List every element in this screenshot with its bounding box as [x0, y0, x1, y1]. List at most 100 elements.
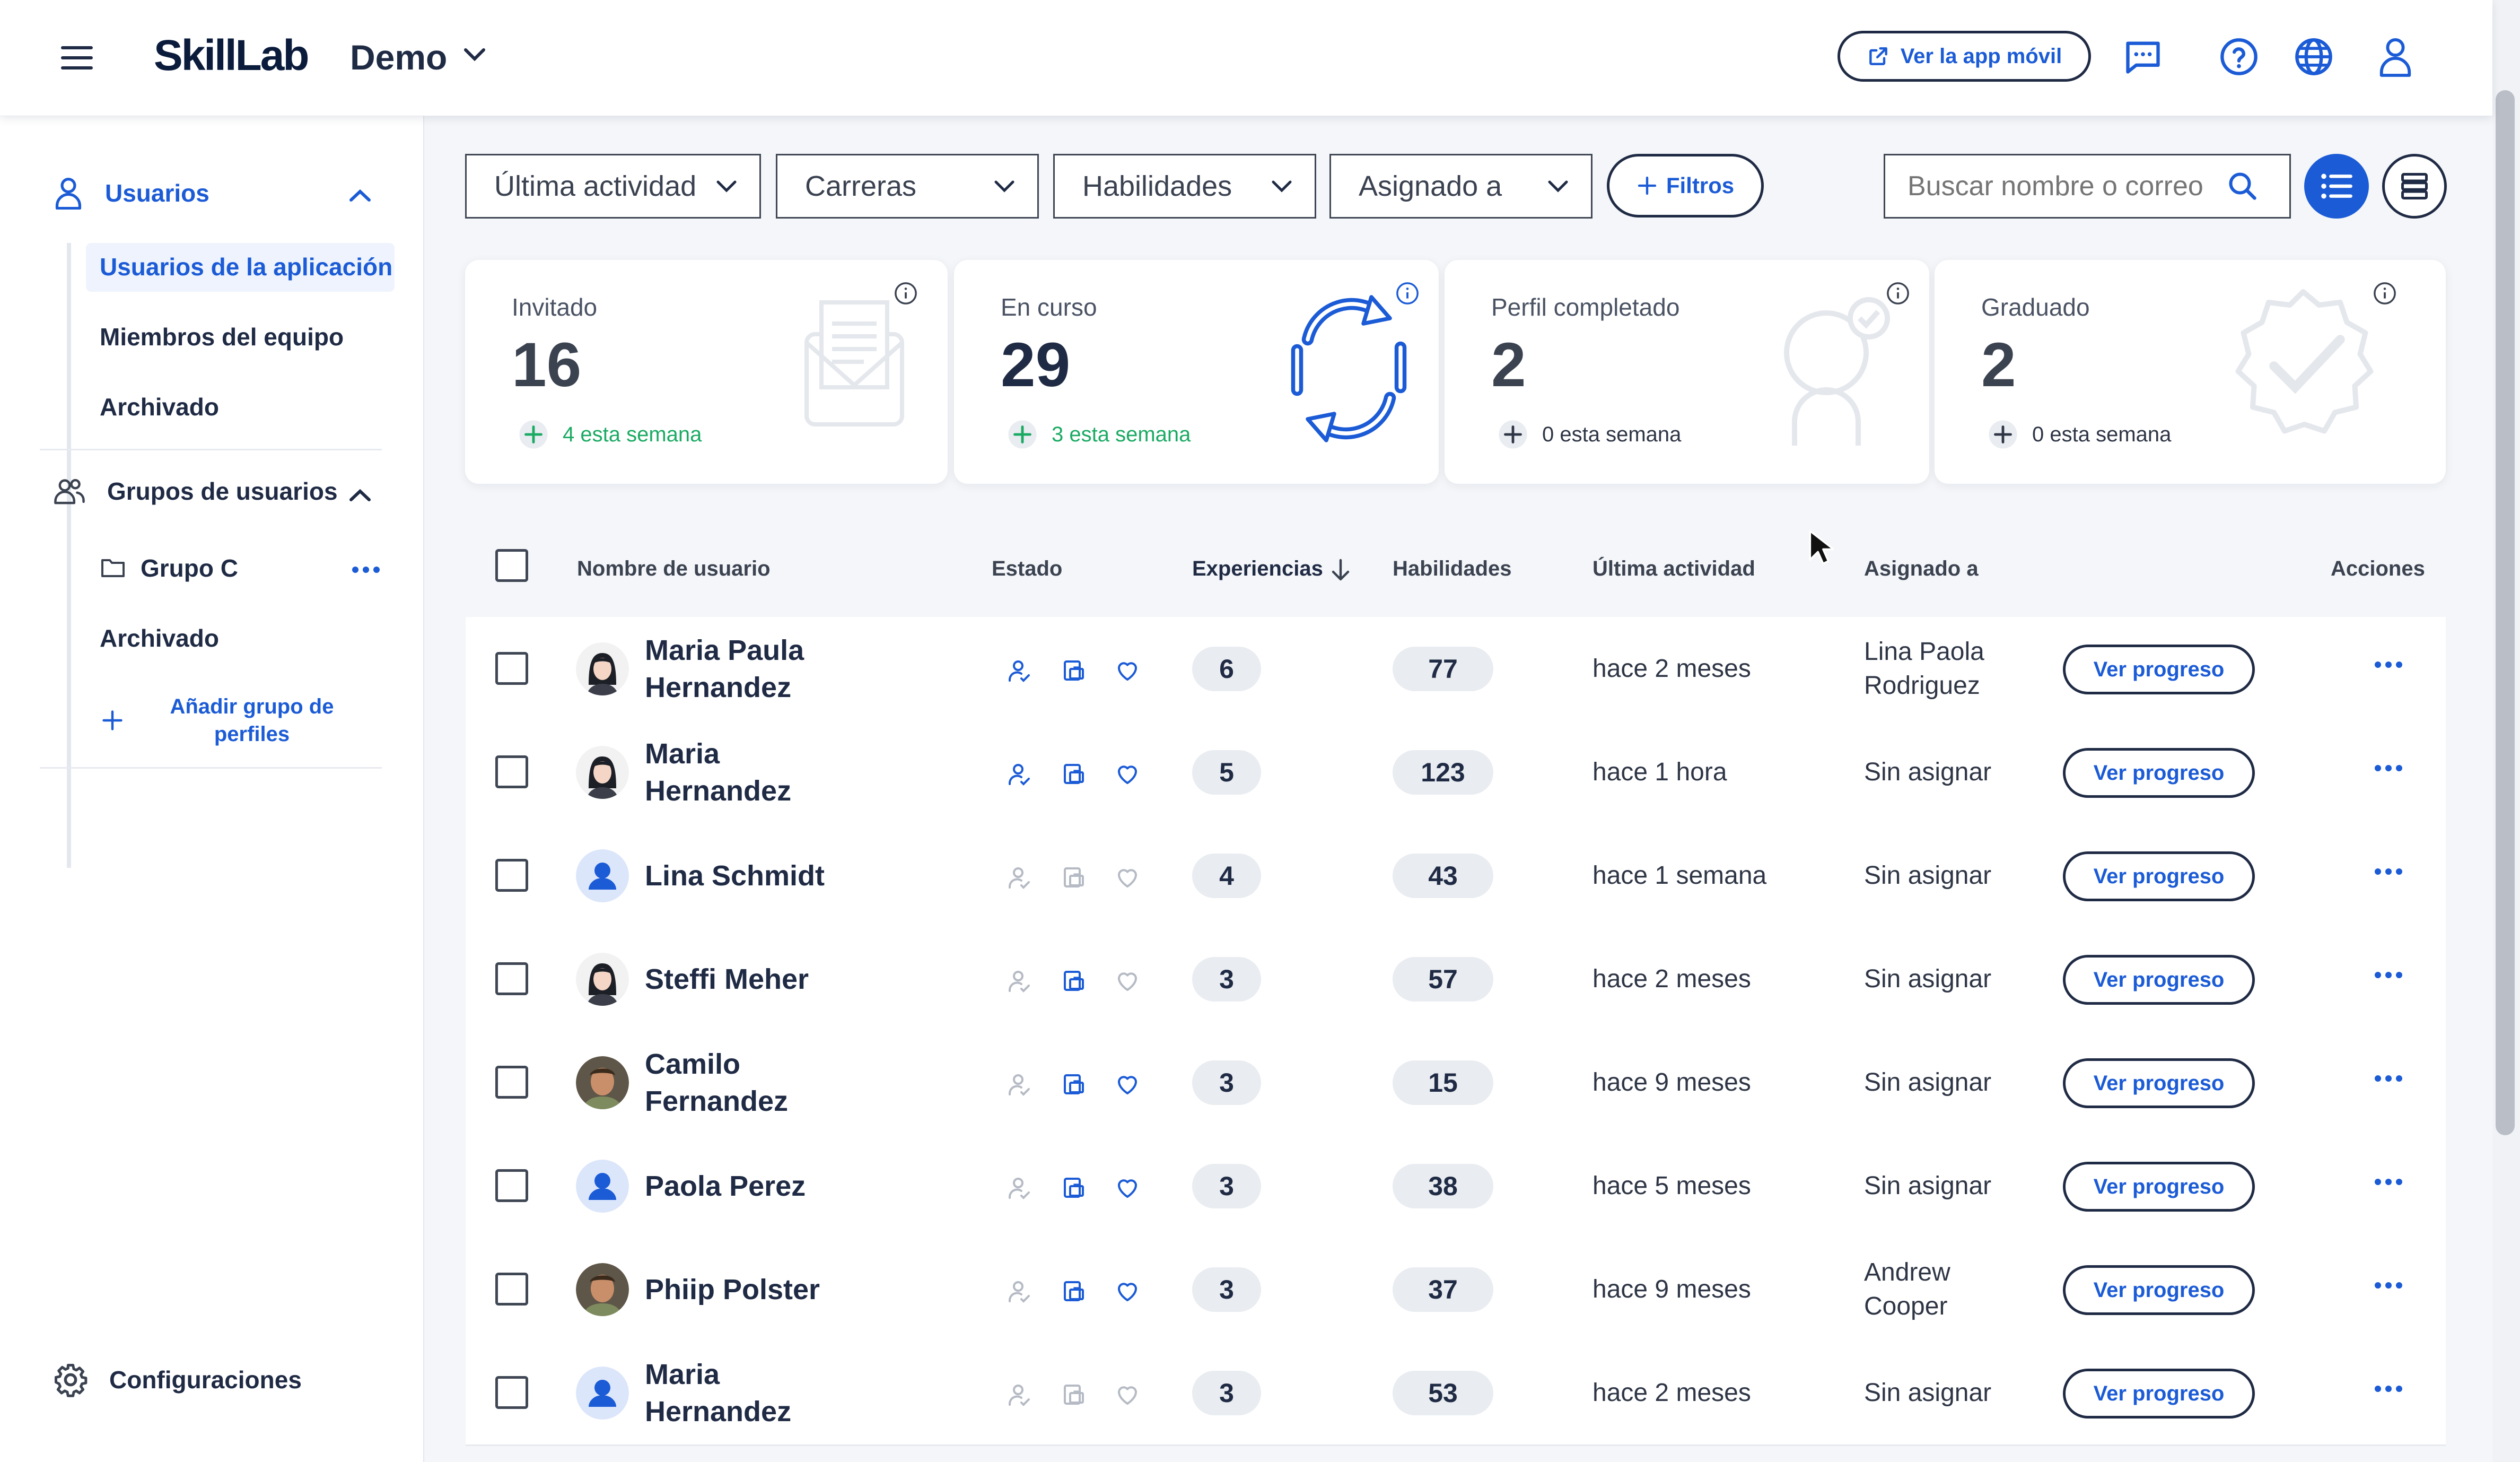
select-all-checkbox[interactable] — [495, 549, 528, 582]
top-bar: SkillLab Demo Ver la app móvil — [0, 0, 2492, 116]
user-name[interactable]: Paola Perez — [645, 1134, 868, 1238]
row-checkbox[interactable] — [495, 1066, 528, 1099]
last-activity: hace 2 meses — [1592, 1379, 1751, 1407]
filter-skills[interactable]: Habilidades — [1053, 154, 1316, 219]
row-checkbox[interactable] — [495, 755, 528, 788]
menu-icon[interactable] — [61, 46, 93, 69]
chevron-down-icon — [994, 180, 1014, 193]
stat-card-in-progress[interactable]: En curso 29 3 esta semana — [954, 260, 1439, 484]
chat-icon[interactable] — [2119, 33, 2167, 81]
search-box[interactable] — [1884, 154, 2291, 219]
stat-card-profile-completed[interactable]: Perfil completado 2 0 esta semana — [1445, 260, 1929, 484]
user-name[interactable]: Lina Schmidt — [645, 824, 868, 927]
sidebar-item-archived-users[interactable]: Archivado — [100, 393, 219, 421]
column-header-status[interactable]: Estado — [992, 557, 1062, 581]
user-name[interactable]: Steffi Meher — [645, 927, 868, 1031]
sidebar-item-archived-groups[interactable]: Archivado — [100, 624, 219, 652]
column-header-last-activity[interactable]: Última actividad — [1592, 557, 1755, 581]
view-progress-button[interactable]: Ver progreso — [2063, 1369, 2255, 1419]
skills-count: 38 — [1393, 1164, 1493, 1208]
avatar — [576, 642, 629, 695]
view-progress-button[interactable]: Ver progreso — [2063, 1058, 2255, 1108]
stat-card-graduated[interactable]: Graduado 2 0 esta semana — [1935, 260, 2446, 484]
stat-card-invited[interactable]: Invitado 16 4 esta semana — [465, 260, 948, 484]
list-view-button[interactable] — [2304, 154, 2369, 219]
chevron-down-icon[interactable] — [461, 45, 488, 66]
more-actions-icon[interactable] — [2375, 1075, 2402, 1082]
row-checkbox[interactable] — [495, 859, 528, 892]
filter-last-activity[interactable]: Última actividad — [465, 154, 761, 219]
table-row[interactable]: Lina Schmidt 4 43 hace 1 semana Sin asignar V… — [466, 824, 2446, 929]
table-row[interactable]: Maria Hernandez 3 53 hace 2 meses Sin asigna… — [466, 1341, 2446, 1446]
user-name[interactable]: Maria Hernandez — [645, 1341, 868, 1444]
filter-careers[interactable]: Carreras — [776, 154, 1039, 219]
sidebar: Usuarios Usuarios de la aplicación Miemb… — [0, 116, 424, 1462]
view-progress-button[interactable]: Ver progreso — [2063, 955, 2255, 1005]
more-actions-icon[interactable] — [2375, 972, 2402, 978]
folder-icon — [101, 559, 125, 577]
table-row[interactable]: Maria Paula Hernandez 6 77 hace 2 meses Lina… — [466, 617, 2446, 722]
column-header-experiences[interactable]: Experiencias — [1192, 557, 1323, 581]
briefcase-icon — [1061, 865, 1086, 891]
chevron-up-icon[interactable] — [348, 487, 372, 503]
avatar — [576, 746, 629, 799]
row-checkbox[interactable] — [495, 1273, 528, 1306]
table-row[interactable]: Camilo Fernandez 3 15 hace 9 meses Sin asign… — [466, 1031, 2446, 1136]
more-actions-icon[interactable] — [2375, 1282, 2402, 1289]
view-progress-button[interactable]: Ver progreso — [2063, 851, 2255, 901]
table-row[interactable]: Maria Hernandez 5 123 hace 1 hora Sin asigna… — [466, 720, 2446, 825]
plus-icon[interactable] — [101, 709, 124, 732]
sidebar-item-team-members[interactable]: Miembros del equipo — [100, 323, 344, 351]
stat-week: 4 esta semana — [518, 419, 702, 450]
more-actions-icon[interactable] — [2375, 765, 2402, 771]
experiences-count: 3 — [1192, 1060, 1261, 1105]
row-checkbox[interactable] — [495, 1376, 528, 1409]
scrollbar-thumb[interactable] — [2496, 90, 2515, 1135]
search-input[interactable] — [1906, 170, 2227, 203]
table-row[interactable]: Steffi Meher 3 57 hace 2 meses Sin asignar Ve… — [466, 927, 2446, 1032]
filter-assigned[interactable]: Asignado a — [1329, 154, 1592, 219]
view-progress-button[interactable]: Ver progreso — [2063, 1265, 2255, 1315]
mobile-app-button[interactable]: Ver la app móvil — [1838, 31, 2091, 82]
chevron-up-icon[interactable] — [348, 187, 372, 203]
view-progress-button[interactable]: Ver progreso — [2063, 1162, 2255, 1212]
sort-arrow-down-icon[interactable] — [1330, 557, 1351, 582]
filters-button[interactable]: Filtros — [1607, 154, 1764, 217]
row-checkbox[interactable] — [495, 1169, 528, 1202]
more-actions-icon[interactable] — [2375, 1386, 2402, 1392]
user-name[interactable]: Camilo Fernandez — [645, 1031, 868, 1134]
user-name[interactable]: Phiip Polster — [645, 1238, 868, 1341]
more-actions-icon[interactable] — [2375, 1179, 2402, 1185]
view-progress-button[interactable]: Ver progreso — [2063, 645, 2255, 694]
sidebar-section-groups[interactable]: Grupos de usuarios — [53, 476, 338, 506]
user-account-icon[interactable] — [2372, 33, 2419, 81]
card-view-button[interactable] — [2382, 154, 2447, 219]
view-progress-button[interactable]: Ver progreso — [2063, 748, 2255, 798]
add-group-button[interactable]: Añadir grupo de perfiles — [159, 693, 345, 748]
sidebar-item-group-c[interactable]: Grupo C — [141, 554, 238, 582]
table-row[interactable]: Paola Perez 3 38 hace 5 meses Sin asignar Ver… — [466, 1134, 2446, 1239]
user-name[interactable]: Maria Paula Hernandez — [645, 617, 868, 720]
globe-icon[interactable] — [2290, 33, 2338, 81]
column-header-name[interactable]: Nombre de usuario — [577, 557, 771, 581]
skills-count: 123 — [1393, 750, 1493, 795]
settings-link[interactable]: Configuraciones — [53, 1362, 302, 1397]
table-row[interactable]: Phiip Polster 3 37 hace 9 meses Andrew Coope… — [466, 1238, 2446, 1343]
row-checkbox[interactable] — [495, 652, 528, 685]
group-more-icon[interactable] — [352, 567, 380, 573]
sidebar-item-app-users[interactable]: Usuarios de la aplicación — [100, 253, 392, 281]
help-icon[interactable] — [2215, 33, 2263, 81]
sidebar-section-users[interactable]: Usuarios — [53, 177, 209, 210]
briefcase-icon — [1061, 658, 1086, 684]
mobile-app-label: Ver la app móvil — [1900, 44, 2062, 68]
heart-icon — [1115, 1176, 1140, 1201]
column-header-assigned[interactable]: Asignado a — [1864, 557, 1979, 581]
more-actions-icon[interactable] — [2375, 662, 2402, 668]
column-header-skills[interactable]: Habilidades — [1393, 557, 1512, 581]
briefcase-icon — [1061, 1382, 1086, 1408]
more-actions-icon[interactable] — [2375, 868, 2402, 875]
search-icon[interactable] — [2227, 170, 2259, 202]
row-checkbox[interactable] — [495, 962, 528, 995]
user-name[interactable]: Maria Hernandez — [645, 720, 868, 824]
org-selector[interactable]: Demo — [350, 37, 447, 77]
